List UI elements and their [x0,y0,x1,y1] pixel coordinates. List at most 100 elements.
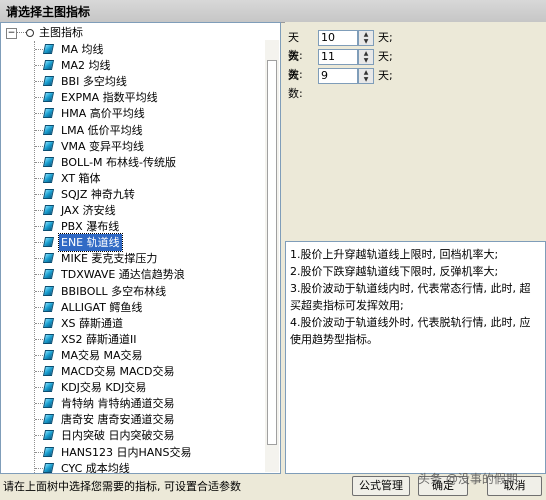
tree-item-label: VMA 变异平均线 [61,139,145,153]
tree-item-label: BBIBOLL 多空布林线 [61,284,167,298]
indicator-gem-icon [42,108,55,119]
tree-connector [35,177,43,179]
title-bar: 请选择主图指标 [0,0,546,23]
spin-up-icon[interactable]: ▲ [359,50,373,57]
indicator-gem-icon [42,366,55,376]
tree-root-label[interactable]: 主图指标 [39,24,83,41]
days-input[interactable]: 10 [318,30,358,46]
tree-item-label: LMA 低价平均线 [61,123,143,137]
tree-connector [35,193,43,195]
tree-connector [35,145,43,147]
indicator-gem-icon [42,140,55,151]
tree-item-label: TDXWAVE 通达信趋势浪 [61,268,185,282]
spin-stepper[interactable]: ▲ ▼ [358,30,374,46]
spin-down-icon[interactable]: ▼ [359,38,373,45]
watermark: 头条 @没事的假期 [418,472,518,486]
indicator-gem-icon [42,237,55,248]
tree-item-label: 唐奇安 唐奇安通道交易 [61,413,175,427]
spin-stepper[interactable]: ▲ ▼ [358,49,374,65]
collapse-icon[interactable]: − [6,28,17,39]
spin-up-icon[interactable]: ▲ [359,69,373,76]
tree-connector [35,371,43,372]
indicator-gem-icon [42,269,55,280]
tree-connector [35,451,43,453]
indicator-gem-icon [42,382,55,393]
tree-connector [35,258,43,260]
indicator-gem-icon [42,333,55,344]
tree-item-label: 肯特纳 肯特纳通道交易 [61,397,175,411]
tree-item-label: MIKE 麦克支撑压力 [61,252,158,266]
tree-item-label: 日内突破 日内突破交易 [61,429,175,443]
tree-connector [35,49,43,50]
tree-item-label: BBI 多空均线 [61,75,127,89]
param-unit: 天; [378,31,393,44]
scrollbar-thumb[interactable] [267,60,277,445]
tree-connector [35,338,43,340]
tree-connector [35,290,43,292]
tree-item-label: HMA 高价平均线 [61,107,145,121]
root-node-icon [26,29,34,37]
spin-stepper[interactable]: ▲ ▼ [358,68,374,84]
status-text: 请在上面树中选择您需要的指标, 可设置合适参数 [3,480,241,493]
indicator-tree[interactable]: − 主图指标 MA 均线 MA2 均线 BBI 多空均线 EXPMA 指数平均线 HMA… [0,22,281,474]
description-line: 3.股价波动于轨道线内时, 代表常态行情, 此时, 超买超卖指标可发挥效用; [290,282,531,312]
tree-connector [35,226,43,228]
tree-connector [35,97,43,99]
indicator-gem-icon [42,172,55,183]
tree-connector [35,419,43,421]
days-input[interactable]: 11 [318,49,358,65]
tree-item-label: HANS123 日内HANS交易 [61,445,192,459]
tree-connector [35,403,43,405]
param-unit: 天; [378,69,393,82]
indicator-gem-icon [42,301,55,312]
tree-connector [35,161,43,163]
param-label: 天数: [288,69,303,100]
tree-connector [35,210,43,211]
formula-manage-button[interactable]: 公式管理 [352,476,410,496]
tree-connector [35,129,43,131]
indicator-gem-icon [42,76,55,87]
indicator-gem-icon [42,398,55,409]
tree-connector [35,81,43,83]
tree-connector [35,322,43,324]
tree-scrollbar[interactable] [265,40,279,472]
tree-item-label: ALLIGAT 鳄鱼线 [61,300,143,314]
tree-item-label: XS 薛斯通道 [61,316,124,330]
days-input[interactable]: 9 [318,68,358,84]
tree-connector [35,354,43,356]
indicator-gem-icon [42,285,55,296]
tree-item-label: JAX 济安线 [61,204,116,217]
indicator-gem-icon [42,446,55,457]
tree-item-label: CYC 成本均线 [61,461,130,474]
tree-connector [35,435,43,437]
spin-down-icon[interactable]: ▼ [359,76,373,83]
spin-down-icon[interactable]: ▼ [359,57,373,64]
tree-item-label: SQJZ 神奇九转 [61,187,135,201]
tree-item-label: MA2 均线 [61,59,111,73]
indicator-gem-icon [42,253,55,264]
tree-item-label: BOLL-M 布林线-传统版 [61,155,177,169]
indicator-gem-icon [42,44,55,54]
tree-item-label: KDJ交易 KDJ交易 [61,381,147,395]
description-line: 2.股价下跌穿越轨道线下限时, 反弹机率大; [290,265,499,278]
parameter-panel: 天数: 10 ▲ ▼ 天; 天数: 11 ▲ ▼ 天; 天数: 9 ▲ ▼ 天; [285,22,546,240]
tree-item-label: XT 箱体 [61,171,101,185]
tree-connector [35,65,43,67]
window-title: 请选择主图指标 [6,5,91,19]
tree-connector [35,242,43,244]
tree-connector [35,467,43,469]
tree-item-label: PBX 瀑布线 [61,220,120,234]
description-line: 1.股价上升穿越轨道线上限时, 回档机率大; [290,248,499,261]
indicator-gem-icon [42,414,55,425]
indicator-gem-icon [42,60,55,71]
param-unit: 天; [378,50,393,63]
indicator-gem-icon [42,188,55,199]
indicator-gem-icon [42,92,55,103]
indicator-gem-icon [42,430,55,441]
tree-connector [35,306,43,308]
tree-connector [35,274,43,276]
spin-up-icon[interactable]: ▲ [359,31,373,38]
tree-item-label: EXPMA 指数平均线 [61,91,158,105]
tree-item-label: MA交易 MA交易 [61,348,143,362]
tree-connector [16,32,26,33]
